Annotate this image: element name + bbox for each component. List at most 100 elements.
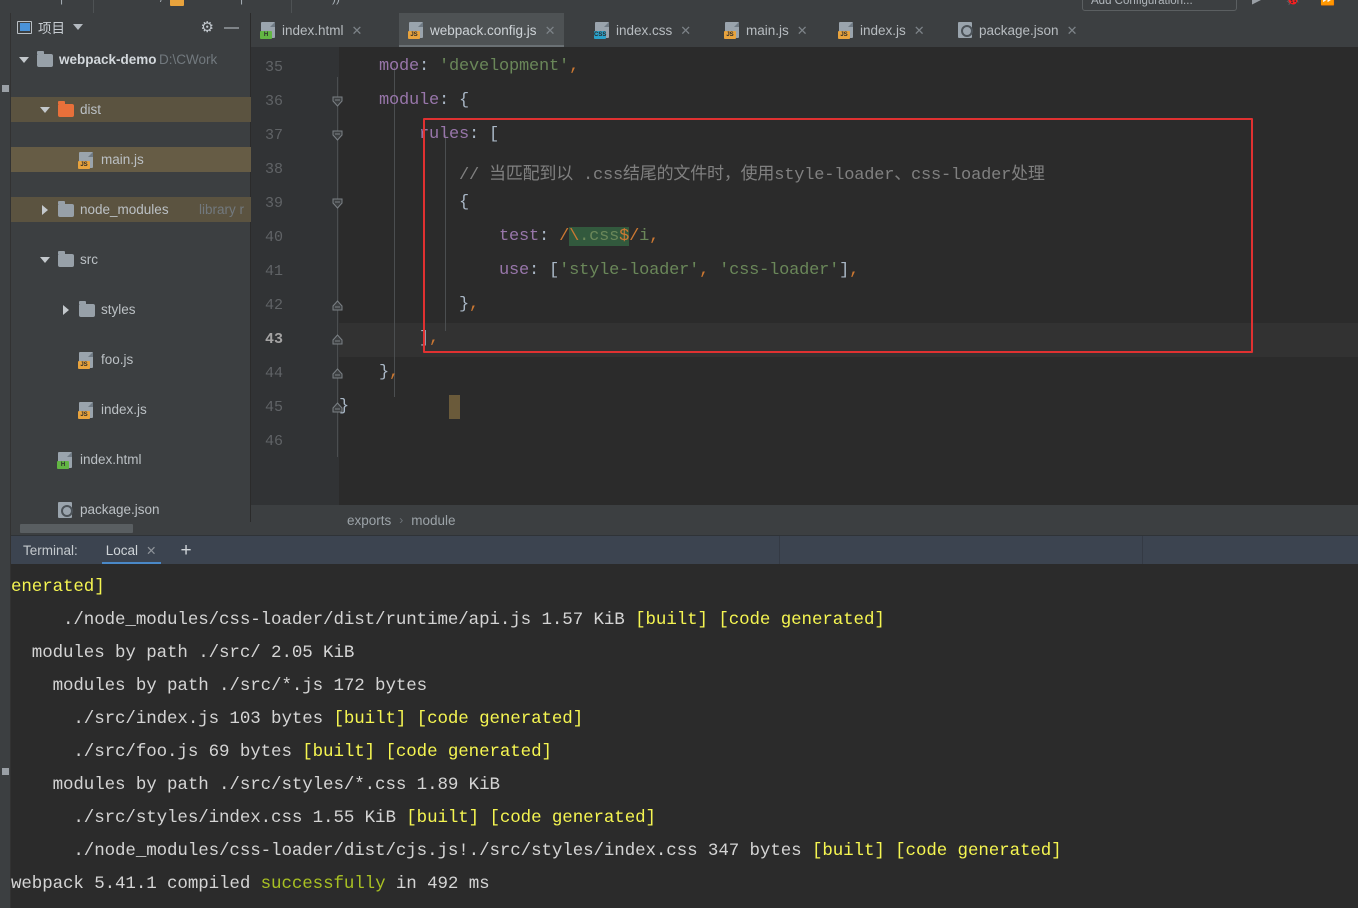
code-line-38: // 当匹配到以 .css结尾的文件时，使用style-loader、css-l… [339,166,1045,185]
code-editor[interactable]: 35 36 37 38 39 40 41 42 43 44 45 46 mode… [251,47,1358,505]
html-file-icon: H [260,22,275,39]
tree-label: package.json [80,502,160,517]
run-configuration-selector[interactable]: Add Configuration... [1082,0,1237,11]
terminal-line: enerated] [11,577,105,597]
editor-tab-bar: H index.html ✕ JS webpack.config.js ✕ CS… [251,13,1358,47]
line-number: 37 [264,127,283,144]
terminal-output[interactable]: enerated] ./node_modules/css-loader/dist… [11,564,1358,908]
minimize-icon[interactable]: — [224,20,239,35]
tab-index-js[interactable]: JS index.js ✕ [829,13,934,47]
close-icon[interactable]: ✕ [797,24,808,37]
tab-package-json[interactable]: package.json ✕ [948,13,1086,47]
toolbar-path-fragment: / [160,0,163,5]
code-line-40: test: /\.css$/i, [339,227,660,246]
tree-node-src[interactable]: src [11,247,251,272]
code-line-42: }, [339,295,480,314]
terminal-line: modules by path ./src/styles/*.css 1.89 … [11,775,500,795]
tab-main-js[interactable]: JS main.js ✕ [715,13,817,47]
tree-node-main-js[interactable]: JS main.js [11,147,251,172]
folder-icon [37,51,53,67]
line-number: 35 [264,59,283,76]
tab-webpack-config-js[interactable]: JS webpack.config.js ✕ [399,13,565,47]
tree-node-package-json[interactable]: package.json [11,497,251,522]
terminal-line: webpack 5.41.1 compiled successfully in … [11,874,490,894]
breadcrumb[interactable]: exports › module [251,505,1358,535]
breadcrumb-item-exports[interactable]: exports [347,513,391,528]
chevron-down-icon[interactable] [19,56,29,63]
folder-icon [79,301,95,317]
close-icon[interactable]: ✕ [146,543,156,558]
chevron-down-icon[interactable] [40,106,50,113]
terminal-line: ./src/styles/index.css 1.55 KiB [built] … [11,808,656,828]
terminal-tab-local[interactable]: Local ✕ [101,536,161,565]
line-number: 44 [264,365,283,382]
chevron-down-icon[interactable] [73,24,83,30]
tree-label: index.html [80,452,142,467]
tree-node-foo-js[interactable]: JS foo.js [11,347,251,372]
more-run-icon[interactable]: ⏩ [1320,0,1335,6]
js-file-icon: JS [78,352,93,369]
project-tree: webpack-demo D:\CWork dist JS main.js no… [11,47,251,719]
js-file-icon: JS [838,22,853,39]
tree-node-webpack-demo[interactable]: webpack-demo D:\CWork [11,47,251,72]
json-file-icon [58,502,73,518]
tab-index-css[interactable]: CSS index.css ✕ [585,13,700,47]
line-number: 46 [264,433,283,450]
code-line-39: { [339,193,470,212]
tree-label: main.js [101,152,144,167]
line-number: 42 [264,297,283,314]
tree-node-dist[interactable]: dist [11,97,251,122]
tree-path-suffix: D:\CWork [159,52,218,67]
line-number: 40 [264,229,283,246]
terminal-line: modules by path ./src/ 2.05 KiB [11,643,355,663]
terminal-label: Terminal: [23,542,78,558]
tree-node-index-js[interactable]: JS index.js [11,397,251,422]
tree-node-index-html[interactable]: H index.html [11,447,251,472]
strip-marker-1 [2,85,9,92]
project-panel-header: 项目 ⚙ — [11,13,251,41]
chevron-right-icon[interactable] [42,204,48,215]
run-icon[interactable]: ▶ [1252,0,1261,6]
project-panel-title: 项目 [38,21,65,36]
terminal-line: modules by path ./src/*.js 172 bytes [11,676,428,696]
tab-index-html[interactable]: H index.html ✕ [251,13,371,47]
tab-label: index.css [616,22,673,38]
line-number: 38 [264,161,283,178]
tab-label: index.js [860,22,906,38]
tree-label-suffix: library r [199,202,245,217]
tab-label: package.json [979,22,1059,38]
folder-icon [58,251,74,267]
project-window-icon [17,20,32,34]
html-file-icon: H [57,452,72,469]
chevron-right-icon[interactable] [63,304,69,315]
close-icon[interactable]: ✕ [914,24,925,37]
tree-label: styles [101,302,136,317]
toolbar-text-fragment: | [60,0,63,5]
tree-node-styles[interactable]: styles [11,297,251,322]
code-line-36: module: { [339,91,470,110]
main-toolbar: | / | )) Add Configuration... ▶ 🐞 ⏩ [0,0,1358,13]
line-number: 36 [264,93,283,110]
debug-icon[interactable]: 🐞 [1285,0,1300,6]
close-icon[interactable]: ✕ [1067,24,1078,37]
editor-gutter[interactable]: 35 36 37 38 39 40 41 42 43 44 45 46 [251,47,339,505]
tree-node-node-modules[interactable]: node_modules library r [11,197,251,222]
js-file-icon: JS [78,152,93,169]
chevron-down-icon[interactable] [40,256,50,263]
breadcrumb-item-module[interactable]: module [411,513,455,528]
scrollbar-thumb[interactable] [20,524,133,533]
close-icon[interactable]: ✕ [545,24,556,37]
tab-label: index.html [282,22,344,38]
js-file-icon: JS [408,22,423,39]
line-number-current: 43 [264,331,283,348]
terminal-line: ./src/foo.js 69 bytes [built] [code gene… [11,742,552,762]
code-line-44: }, [339,363,400,382]
gear-icon[interactable]: ⚙ [201,20,214,35]
project-panel-horizontal-scrollbar[interactable] [11,522,251,535]
close-icon[interactable]: ✕ [680,24,691,37]
js-file-icon: JS [78,402,93,419]
plus-icon[interactable]: + [181,541,192,560]
code-text-area[interactable]: mode: 'development', module: { rules: [ … [339,47,1358,505]
close-icon[interactable]: ✕ [352,24,363,37]
tree-label: node_modules [80,202,169,217]
